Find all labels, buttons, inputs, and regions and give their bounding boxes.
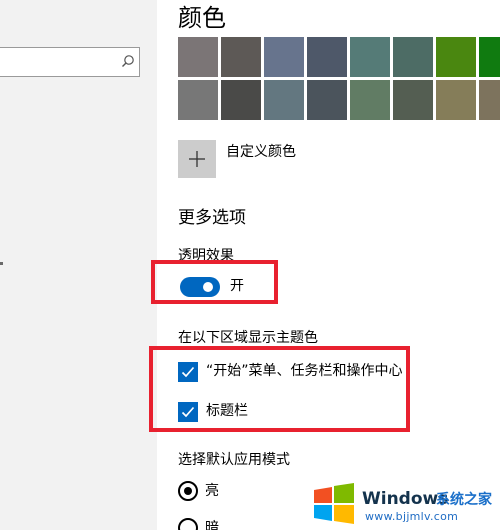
color-swatch[interactable] <box>479 80 500 120</box>
plus-icon <box>189 151 205 167</box>
dark-mode-radio[interactable] <box>178 518 198 530</box>
more-options-heading: 更多选项 <box>178 208 246 228</box>
light-mode-label: 亮 <box>205 483 219 499</box>
dark-mode-label: 暗 <box>205 520 219 530</box>
accent-surfaces-label: 在以下区域显示主题色 <box>178 330 318 346</box>
color-swatch[interactable] <box>307 80 347 120</box>
search-input[interactable] <box>0 47 140 77</box>
color-swatch[interactable] <box>393 37 433 77</box>
nav-marker <box>0 262 3 265</box>
annotation-box-accent-surfaces <box>149 346 410 432</box>
color-swatch[interactable] <box>436 37 476 77</box>
color-swatch[interactable] <box>436 80 476 120</box>
color-swatch[interactable] <box>393 80 433 120</box>
app-mode-label: 选择默认应用模式 <box>178 452 290 468</box>
color-swatch[interactable] <box>178 37 218 77</box>
color-swatch[interactable] <box>479 37 500 77</box>
color-swatch[interactable] <box>178 80 218 120</box>
color-swatch[interactable] <box>307 37 347 77</box>
radio-selected-dot <box>184 487 192 495</box>
navigation-pane <box>0 0 157 530</box>
color-swatch[interactable] <box>350 37 390 77</box>
color-swatch[interactable] <box>221 37 261 77</box>
light-mode-radio[interactable] <box>178 481 198 501</box>
color-swatch[interactable] <box>221 80 261 120</box>
search-icon[interactable] <box>121 54 135 68</box>
custom-color-label: 自定义颜色 <box>226 144 296 160</box>
watermark-cn: 系统之家 <box>436 492 492 508</box>
color-swatch[interactable] <box>264 37 304 77</box>
annotation-box-transparency <box>151 260 278 304</box>
watermark-url: www.bjjmlv.com <box>365 510 459 523</box>
colors-heading: 颜色 <box>178 4 226 32</box>
add-custom-color-button[interactable] <box>178 140 216 178</box>
color-swatch[interactable] <box>350 80 390 120</box>
color-swatch[interactable] <box>264 80 304 120</box>
